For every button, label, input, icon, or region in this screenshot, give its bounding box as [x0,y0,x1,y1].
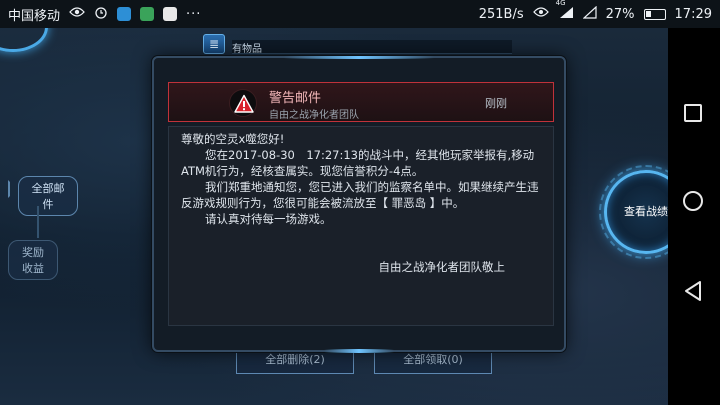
eye-comfort-icon [532,6,549,22]
profile-ring-decoration [0,28,48,52]
network-badge: 4G [555,0,566,7]
app-icon-green [140,7,155,21]
mail-signature: 自由之战净化者团队敬上 [378,260,506,274]
mail-paragraph-2: 我们郑重地通知您，您已进入我们的监察名单中。如果继续产生违反游戏规则行为，您很可… [181,180,539,210]
network-speed: 251B/s [478,6,524,22]
mail-body: 尊敬的空灵x噬您好! 您在2017-08-30 17:27:13的战斗中，经其他… [168,126,554,326]
mail-dialog: 警告邮件 自由之战净化者团队 刚刚 尊敬的空灵x噬您好! 您在2017-08-3… [152,56,566,353]
view-stats-button[interactable]: 查看战绩 [599,165,668,259]
mail-greeting: 尊敬的空灵x噬您好! [181,132,285,146]
tab-divider [37,206,39,238]
mail-title: 警告邮件 [269,91,322,106]
mail-time: 刚刚 [485,97,507,110]
chevron-left-icon [8,180,18,198]
battery-percent: 27% [605,6,635,22]
visibility-icon [69,6,85,22]
battery-icon [643,8,666,20]
no-sim-icon [582,5,597,23]
app-icon-map [163,7,178,21]
tab-rewards[interactable]: 奖励收益 [8,240,58,280]
mail-paragraph-3: 请认真对待每一场游戏。 [205,212,332,226]
recent-apps-icon[interactable] [684,104,702,122]
app-icon-blue [117,7,132,21]
more-dots-icon: ··· [186,6,202,22]
alarm-icon [94,5,108,23]
home-icon[interactable] [683,191,703,211]
mail-paragraph-1: 您在2017-08-30 17:27:13的战斗中，经其他玩家举报有,移动ATM… [181,148,535,178]
mail-sender: 自由之战净化者团队 [269,110,359,121]
carrier-name: 中国移动 [8,8,61,24]
navigation-bar [668,28,720,405]
inbox-icon: ≣ [203,34,225,54]
background-tab-label: 有物品 [232,44,262,55]
signal-icon: 4G [556,0,574,23]
back-icon[interactable] [683,280,703,302]
clock: 17:29 [674,6,712,22]
tab-all-mail[interactable]: 全部邮件 [18,176,78,216]
mail-header[interactable]: 警告邮件 自由之战净化者团队 刚刚 [168,82,554,122]
warning-icon [229,89,257,117]
status-bar: 中国移动 ··· 251B/s 4G 27% 17:29 [0,0,720,28]
background-tab-title: 有物品 [232,40,512,55]
